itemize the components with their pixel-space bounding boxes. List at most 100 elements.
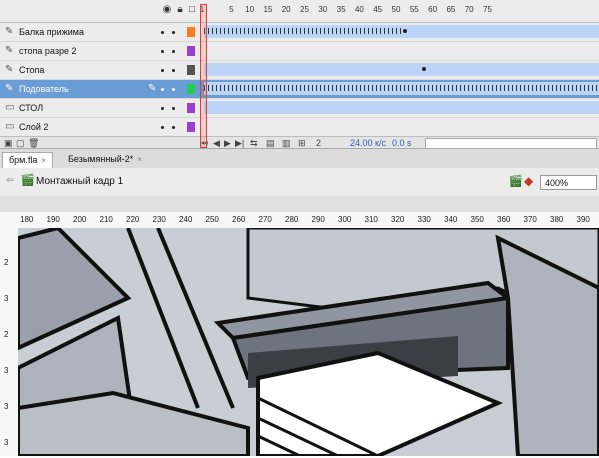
stage-artwork — [16, 225, 599, 458]
visibility-dot[interactable] — [161, 69, 164, 72]
tab-untitled-2[interactable]: Безымянный-2* × — [62, 152, 148, 168]
layer-name[interactable]: СТОЛ — [19, 103, 43, 113]
layer-name[interactable]: Стопа — [19, 65, 44, 75]
tab-label: бpм.fla — [9, 155, 38, 165]
visibility-dot[interactable] — [172, 31, 175, 34]
back-arrow-icon[interactable]: ⇐ — [6, 175, 14, 186]
layer-row[interactable]: ✎ Балка прижима — [0, 23, 599, 42]
step-forward-icon[interactable]: ▶| — [235, 138, 244, 148]
stage-toolbar-gap — [0, 196, 599, 213]
lock-icon[interactable]: 🔒︎ — [175, 5, 185, 15]
layer-row[interactable]: ✎ Стопа — [0, 61, 599, 80]
new-layer-icon[interactable]: ▣ — [4, 138, 13, 148]
visibility-dot[interactable] — [161, 126, 164, 129]
frame-ruler-label: 65 — [446, 5, 456, 14]
frame-ruler-label: 5 — [229, 5, 234, 14]
scene-clapper-icon: 🎬︎ — [20, 173, 36, 187]
timeline-header: ◉ 🔒︎ □ 1 5 10 15 20 25 30 35 40 45 50 55 60 65 70 75 — [0, 0, 599, 23]
step-back-icon[interactable]: ◀ — [213, 138, 220, 148]
ruler-label: 390 — [576, 215, 590, 224]
folder-icon[interactable]: ▢ — [16, 138, 25, 148]
ruler-label: 200 — [73, 215, 87, 224]
layer-name[interactable]: стопа разре 2 — [19, 46, 76, 56]
layer-name[interactable]: Слой 2 — [19, 122, 48, 132]
layer-row[interactable]: ▭ СТОЛ — [0, 99, 599, 118]
fps-readout[interactable]: 24.00 к/с — [350, 138, 386, 148]
playhead[interactable] — [200, 4, 207, 148]
ruler-label: 190 — [46, 215, 60, 224]
delete-layer-icon[interactable]: 🗑︎ — [28, 138, 39, 148]
ruler-label: 3 — [4, 294, 9, 303]
visibility-dot[interactable] — [161, 50, 164, 53]
ruler-label: 240 — [179, 215, 193, 224]
ruler-label: 3 — [4, 402, 9, 411]
ruler-label: 230 — [152, 215, 166, 224]
layer-row[interactable]: ▭ Слой 2 — [0, 118, 599, 137]
pencil-icon: ✎ — [148, 83, 157, 94]
layer-row[interactable]: ✎ Подователь ✎ — [0, 80, 599, 99]
layer-frames[interactable] — [200, 23, 599, 40]
layer-color-swatch[interactable] — [187, 122, 195, 132]
ruler-label: 3 — [4, 438, 9, 447]
layer-name[interactable]: Подователь — [19, 84, 69, 94]
frame-ruler-label: 50 — [391, 5, 401, 14]
folder-layer-icon: ▭ — [5, 121, 15, 132]
layer-color-swatch[interactable] — [187, 46, 195, 56]
visibility-dot[interactable] — [172, 50, 175, 53]
edit-frames-icon[interactable]: ⊞ — [298, 138, 306, 148]
zoom-field[interactable]: 400% — [540, 175, 597, 190]
layer-color-swatch[interactable] — [187, 65, 195, 75]
ruler-label: 350 — [470, 215, 484, 224]
ruler-label: 360 — [497, 215, 511, 224]
timeline-scrollbar[interactable] — [425, 138, 597, 148]
frame-ruler-label: 35 — [336, 5, 346, 14]
onion-outline-icon[interactable]: ▥ — [282, 138, 291, 148]
frame-ruler-label: 40 — [354, 5, 364, 14]
visibility-dot[interactable] — [161, 88, 164, 91]
visibility-dot[interactable] — [172, 107, 175, 110]
layer-row[interactable]: ✎ стопа разре 2 — [0, 42, 599, 61]
loop-icon[interactable]: ⇆ — [250, 138, 258, 148]
folder-layer-icon: ▭ — [5, 102, 15, 113]
layer-frames[interactable] — [200, 118, 599, 135]
visibility-dot[interactable] — [161, 107, 164, 110]
layer-frames[interactable] — [200, 99, 599, 116]
layer-color-swatch[interactable] — [187, 103, 195, 113]
scene-bar: ⇐ 🎬︎ Монтажный кадр 1 🎬︎ ◆ 400% — [0, 168, 599, 197]
outline-icon[interactable]: □ — [187, 5, 197, 15]
ruler-label: 320 — [391, 215, 405, 224]
frame-ruler-label: 30 — [318, 5, 328, 14]
ruler-label: 270 — [258, 215, 272, 224]
frame-ruler-label: 25 — [300, 5, 309, 14]
visibility-dot[interactable] — [172, 88, 175, 91]
edit-symbol-icon[interactable]: ◆ — [524, 174, 533, 188]
close-icon[interactable]: × — [137, 155, 142, 164]
vertical-ruler: 2 3 2 3 3 3 — [0, 228, 19, 456]
frame-ruler-label: 10 — [245, 5, 255, 14]
tab-label: Безымянный-2* — [68, 154, 134, 164]
timeline-controls: ▣ ▢ 🗑︎ ⏮ ◀ ▶ ▶| ⇆ ▤ ▥ ⊞ 2 24.00 к/с 0.0 … — [0, 136, 599, 148]
time-readout[interactable]: 0.0 s — [392, 138, 412, 148]
frame-ruler-label: 60 — [428, 5, 438, 14]
ruler-label: 370 — [523, 215, 537, 224]
tab-brm-fla[interactable]: бpм.fla × — [2, 152, 54, 169]
layer-name[interactable]: Балка прижима — [19, 27, 84, 37]
visibility-dot[interactable] — [172, 126, 175, 129]
eye-icon[interactable]: ◉ — [162, 5, 172, 15]
layer-color-swatch[interactable] — [187, 84, 195, 94]
close-icon[interactable]: × — [41, 156, 46, 165]
layer-frames[interactable] — [200, 42, 599, 59]
onion-skin-icon[interactable]: ▤ — [266, 138, 275, 148]
layer-frames[interactable] — [200, 61, 599, 78]
visibility-dot[interactable] — [161, 31, 164, 34]
timeline-panel: ◉ 🔒︎ □ 1 5 10 15 20 25 30 35 40 45 50 55 60 65 70 75 ✎ Б… — [0, 0, 599, 148]
layer-color-swatch[interactable] — [187, 27, 195, 37]
stage-canvas[interactable] — [16, 225, 599, 458]
edit-scene-icon[interactable]: 🎬︎ — [508, 174, 523, 188]
ruler-label: 250 — [205, 215, 219, 224]
ruler-label: 290 — [311, 215, 325, 224]
play-icon[interactable]: ▶ — [224, 138, 231, 148]
ruler-label: 280 — [285, 215, 299, 224]
visibility-dot[interactable] — [172, 69, 175, 72]
layer-frames[interactable] — [200, 80, 599, 97]
